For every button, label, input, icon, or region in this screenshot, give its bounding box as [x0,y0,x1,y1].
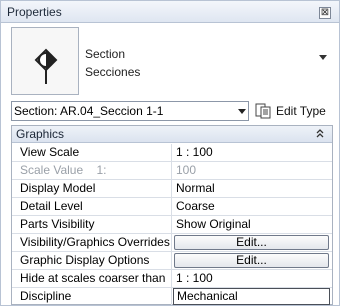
property-value[interactable]: Show Original [172,216,332,233]
panel-titlebar: Properties ⊠ [1,1,339,23]
property-value-cell: Mechanical [172,288,332,305]
property-name: Parts Visibility [12,216,172,233]
properties-panel: Properties ⊠ Section Secciones Section: … [0,0,340,306]
type-family-name: Section [85,47,126,61]
properties-grid: Graphics View Scale 1 : 100 Scale Value … [11,125,333,305]
edit-type-button[interactable]: Edit Type [255,101,331,121]
property-value-cell: Edit... [172,234,332,251]
collapse-icon[interactable] [316,129,324,141]
edit-button[interactable]: Edit... [174,235,329,250]
close-icon[interactable]: ⊠ [319,7,331,19]
property-row-view-scale: View Scale 1 : 100 [12,144,332,162]
instance-filter-select[interactable]: Section: AR.04_Seccion 1-1 [11,101,249,121]
group-header-graphics[interactable]: Graphics [12,126,332,143]
chevron-down-icon[interactable] [319,55,327,60]
instance-selector-row: Section: AR.04_Seccion 1-1 Edit Type [11,101,333,121]
property-value: 100 [176,163,197,177]
property-value-cell: Edit... [172,252,332,269]
property-name: View Scale [12,144,172,161]
discipline-field[interactable]: Mechanical [173,288,330,305]
property-name: Graphic Display Options [12,252,172,269]
property-name: Scale Value 1: [12,162,172,179]
chevron-down-icon[interactable] [238,109,246,114]
property-name: Hide at scales coarser than [12,270,172,287]
edit-type-icon [255,103,271,119]
property-name: Visibility/Graphics Overrides [12,234,172,251]
property-value[interactable]: 1 : 100 [172,270,332,287]
property-value[interactable]: Coarse [172,198,332,215]
type-name: Secciones [85,65,141,79]
edit-button[interactable]: Edit... [174,253,329,268]
property-row-visibility-graphics-overrides: Visibility/Graphics Overrides Edit... [12,234,332,252]
property-name: Display Model [12,180,172,197]
property-row-graphic-display-options: Graphic Display Options Edit... [12,252,332,270]
double-chevron-up-icon [316,129,324,138]
section-head-icon [34,48,58,84]
property-row-display-model: Display Model Normal [12,180,332,198]
instance-filter-value: Section: AR.04_Seccion 1-1 [14,104,164,118]
property-row-scale-value: Scale Value 1: 100 [12,162,332,180]
property-value[interactable]: Normal [172,180,332,197]
type-thumbnail [11,27,79,95]
property-row-hide-at-scales: Hide at scales coarser than 1 : 100 [12,270,332,288]
group-label: Graphics [16,127,65,141]
property-value[interactable]: 1 : 100 [172,144,332,161]
type-selector[interactable]: Section Secciones [11,27,333,97]
panel-title: Properties [7,5,62,19]
property-row-parts-visibility: Parts Visibility Show Original [12,216,332,234]
edit-type-label: Edit Type [276,104,326,118]
property-row-detail-level: Detail Level Coarse [12,198,332,216]
property-name: Detail Level [12,198,172,215]
property-name: Discipline [12,288,172,305]
property-row-discipline: Discipline Mechanical [12,288,332,306]
